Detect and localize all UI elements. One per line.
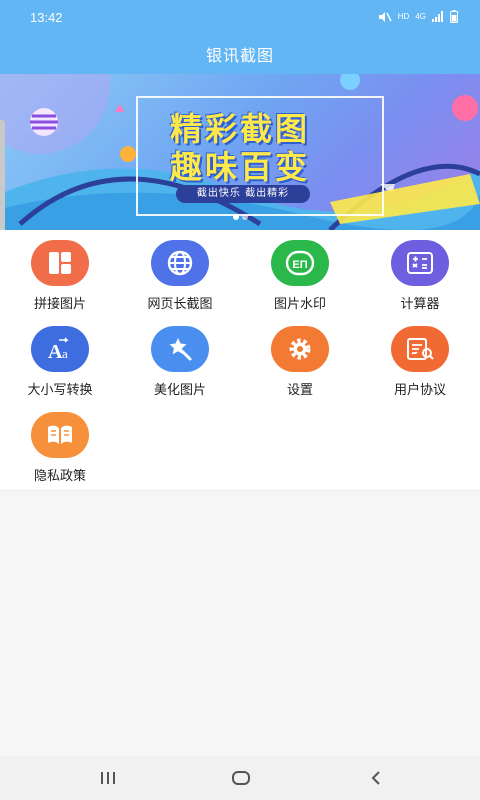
carousel-dot-2[interactable] [242, 214, 248, 220]
feature-settings[interactable]: 设置 [240, 316, 360, 400]
feature-label: 网页长截图 [147, 297, 213, 312]
app-header: 13:42 HD 4G 银讯截图 [0, 0, 480, 74]
feature-image-watermark[interactable]: EΠ 图片水印 [240, 230, 360, 314]
feature-calculator[interactable]: 计算器 [360, 230, 480, 314]
text-case-icon: Aa [31, 326, 89, 372]
collage-icon [31, 240, 89, 286]
network-label: 4G [415, 12, 426, 21]
banner-tagline: 截出快乐 截出精彩 [176, 185, 310, 203]
calculator-icon [391, 240, 449, 286]
back-button[interactable] [356, 764, 396, 792]
feature-stitch-images[interactable]: 拼接图片 [0, 230, 120, 314]
promo-banner[interactable]: 精彩截图 趣味百变 截出快乐 截出精彩 [0, 74, 480, 230]
globe-icon [151, 240, 209, 286]
status-icons: HD 4G [378, 10, 458, 23]
book-icon [31, 412, 89, 458]
back-icon [371, 771, 380, 785]
gear-icon [271, 326, 329, 372]
feature-user-agreement[interactable]: 用户协议 [360, 316, 480, 400]
agreement-icon [391, 326, 449, 372]
hd-label: HD [397, 12, 410, 21]
feature-label: 计算器 [400, 297, 440, 312]
watermark-icon: EΠ [271, 240, 329, 286]
svg-text:a: a [62, 346, 68, 361]
battery-icon [450, 10, 458, 23]
feature-privacy-policy[interactable]: 隐私政策 [0, 402, 120, 486]
banner-headline-2: 趣味百变 [169, 148, 310, 186]
feature-label: 隐私政策 [33, 469, 86, 484]
home-icon [232, 771, 250, 785]
feature-label: 图片水印 [273, 297, 326, 312]
feature-label: 美化图片 [153, 383, 206, 398]
magic-wand-icon [151, 326, 209, 372]
svg-text:EΠ: EΠ [292, 259, 307, 271]
feature-label: 设置 [286, 383, 313, 398]
feature-beautify-image[interactable]: 美化图片 [120, 316, 240, 400]
feature-label: 用户协议 [393, 383, 446, 398]
mute-icon [378, 11, 392, 22]
app-title: 银讯截图 [205, 46, 274, 65]
home-button[interactable] [221, 764, 261, 792]
feature-label: 拼接图片 [33, 297, 86, 312]
system-nav-bar [0, 756, 480, 800]
feature-long-webpage-screenshot[interactable]: 网页长截图 [120, 230, 240, 314]
feature-grid: 拼接图片 网页长截图 EΠ 图片水印 计算器 Aa 大小写转换 美化图片 设置 [0, 230, 480, 491]
recent-apps-button[interactable] [88, 764, 128, 792]
svg-text:A: A [48, 341, 63, 362]
status-bar: 13:42 HD 4G [0, 0, 480, 34]
recent-apps-icon [101, 772, 115, 784]
feature-case-converter[interactable]: Aa 大小写转换 [0, 316, 120, 400]
status-time: 13:42 [30, 10, 63, 25]
carousel-dot-1[interactable] [233, 214, 239, 220]
feature-label: 大小写转换 [27, 383, 93, 398]
signal-icon [432, 11, 443, 22]
